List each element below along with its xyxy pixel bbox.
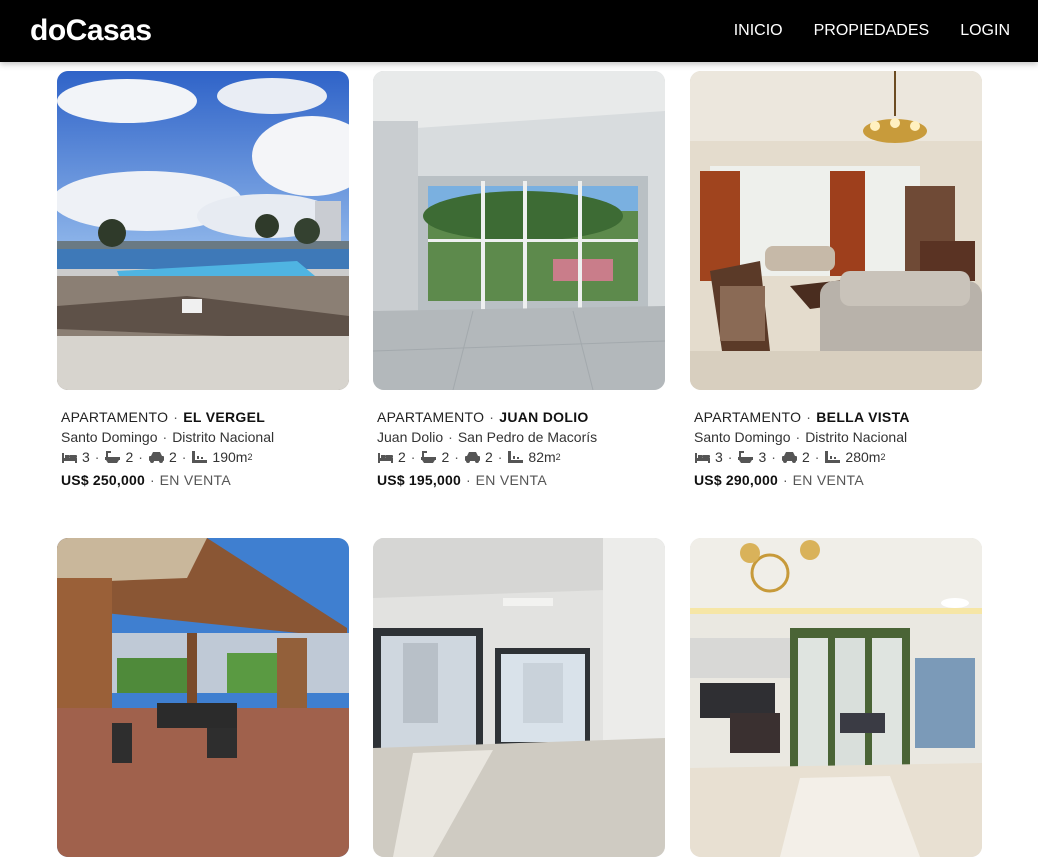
listing-city: Santo Domingo bbox=[694, 429, 791, 445]
listing-info: APARTAMENTO · JUAN DOLIO Juan Dolio · San Pe… bbox=[373, 407, 665, 490]
car-icon bbox=[464, 452, 480, 463]
listing-stats: 3 · 3 · 2 · 280m 2 bbox=[694, 447, 978, 467]
bed-icon bbox=[695, 453, 710, 463]
listing-type: APARTAMENTO bbox=[377, 409, 485, 425]
empty-living-room-photo[interactable] bbox=[373, 538, 665, 857]
parking-count: 2 bbox=[484, 449, 493, 465]
bath-icon bbox=[105, 451, 121, 463]
area-icon bbox=[508, 451, 524, 463]
listing-stats: 2 · 2 · 2 · 82m 2 bbox=[377, 447, 661, 467]
listing-card[interactable]: APARTAMENTO · JUAN DOLIO Juan Dolio · San Pe… bbox=[373, 71, 665, 490]
bath-icon bbox=[421, 451, 437, 463]
kitchen-dining-photo[interactable] bbox=[690, 538, 982, 857]
nav-link-inicio[interactable]: INICIO bbox=[734, 21, 783, 41]
listing-name[interactable]: JUAN DOLIO bbox=[499, 409, 588, 425]
listing-status: EN VENTA bbox=[792, 472, 864, 488]
baths-count: 3 bbox=[758, 449, 767, 465]
bed-icon bbox=[62, 453, 77, 463]
listing-status: EN VENTA bbox=[159, 472, 231, 488]
listing-province: Distrito Nacional bbox=[805, 429, 908, 445]
listing-province: Distrito Nacional bbox=[172, 429, 275, 445]
listing-name[interactable]: EL VERGEL bbox=[183, 409, 265, 425]
car-icon bbox=[781, 452, 797, 463]
listing-price: US$ 250,000 bbox=[61, 472, 145, 488]
listing-card[interactable] bbox=[690, 538, 982, 857]
rooftop-pool-photo[interactable] bbox=[57, 71, 349, 390]
listing-city: Juan Dolio bbox=[377, 429, 444, 445]
nav-links: INICIO PROPIEDADES LOGIN bbox=[734, 21, 1010, 41]
area-value: 280m bbox=[845, 449, 881, 465]
navbar: doCasas INICIO PROPIEDADES LOGIN bbox=[0, 0, 1038, 62]
listing-info: APARTAMENTO · EL VERGEL Santo Domingo · Dist… bbox=[57, 407, 349, 490]
listing-card[interactable]: APARTAMENTO · BELLA VISTA Santo Domingo · Di… bbox=[690, 71, 982, 490]
bed-icon bbox=[378, 453, 393, 463]
baths-count: 2 bbox=[441, 449, 450, 465]
area-icon bbox=[825, 451, 841, 463]
nav-link-login[interactable]: LOGIN bbox=[960, 21, 1010, 41]
listing-card[interactable] bbox=[57, 538, 349, 857]
listing-province: San Pedro de Macorís bbox=[457, 429, 598, 445]
listing-type: APARTAMENTO bbox=[694, 409, 802, 425]
beds-count: 3 bbox=[715, 449, 723, 465]
bath-icon bbox=[738, 451, 754, 463]
living-room-photo[interactable] bbox=[690, 71, 982, 390]
nav-link-propiedades[interactable]: PROPIEDADES bbox=[814, 21, 930, 41]
brand-logo[interactable]: doCasas bbox=[30, 13, 152, 49]
empty-room-balcony-photo[interactable] bbox=[373, 71, 665, 390]
parking-count: 2 bbox=[801, 449, 810, 465]
listing-card[interactable]: APARTAMENTO · EL VERGEL Santo Domingo · Dist… bbox=[57, 71, 349, 490]
listing-type: APARTAMENTO bbox=[61, 409, 169, 425]
parking-count: 2 bbox=[168, 449, 177, 465]
beds-count: 2 bbox=[398, 449, 406, 465]
area-value: 82m bbox=[528, 449, 556, 465]
listing-status: EN VENTA bbox=[475, 472, 547, 488]
listing-price: US$ 290,000 bbox=[694, 472, 778, 488]
listing-info: APARTAMENTO · BELLA VISTA Santo Domingo · Di… bbox=[690, 407, 982, 490]
area-value: 190m bbox=[212, 449, 248, 465]
beds-count: 3 bbox=[82, 449, 90, 465]
car-icon bbox=[148, 452, 164, 463]
listing-name[interactable]: BELLA VISTA bbox=[816, 409, 910, 425]
listing-stats: 3 · 2 · 2 · 190m 2 bbox=[61, 447, 345, 467]
listing-price: US$ 195,000 bbox=[377, 472, 461, 488]
listing-card[interactable] bbox=[373, 538, 665, 857]
baths-count: 2 bbox=[125, 449, 134, 465]
listing-city: Santo Domingo bbox=[61, 429, 158, 445]
pergola-terrace-photo[interactable] bbox=[57, 538, 349, 857]
area-icon bbox=[192, 451, 208, 463]
